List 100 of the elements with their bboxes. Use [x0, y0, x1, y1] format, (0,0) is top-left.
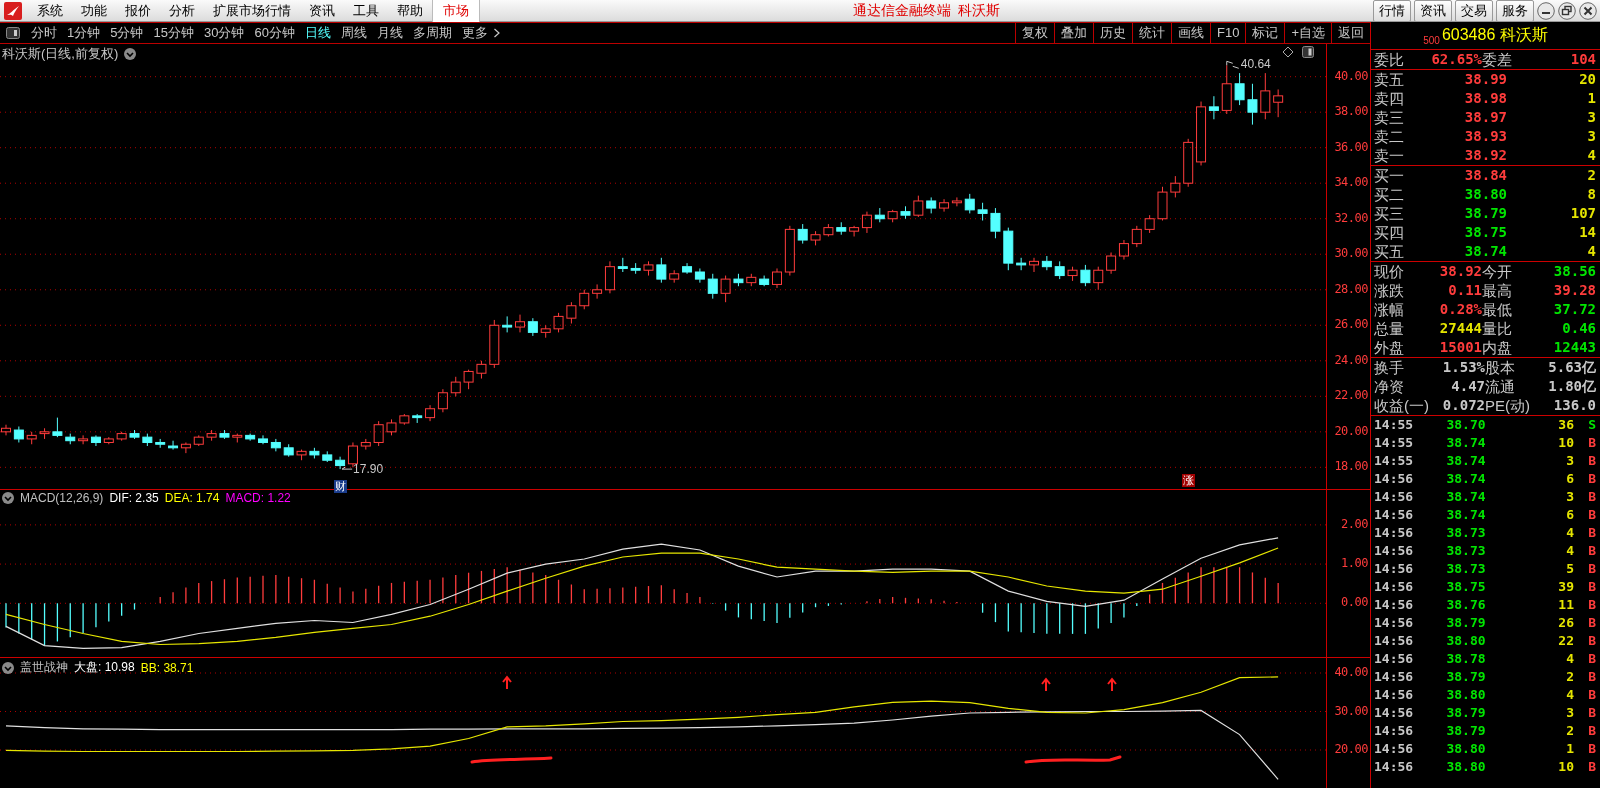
- candle: [630, 262, 641, 275]
- candle: [1273, 88, 1284, 118]
- panel-toggle-icon[interactable]: [6, 27, 20, 39]
- trade-side: B: [1587, 614, 1596, 632]
- chevron-circle-icon[interactable]: [2, 492, 14, 504]
- chart-action-button[interactable]: 画线: [1171, 23, 1210, 43]
- field-label: 今开: [1482, 262, 1513, 281]
- chevron-circle-icon[interactable]: [2, 661, 14, 674]
- candle: [656, 257, 667, 284]
- period-tab[interactable]: 30分钟: [198, 24, 250, 42]
- menu-item[interactable]: 报价: [116, 1, 160, 20]
- trade-time: 14:56: [1374, 740, 1415, 758]
- candle: [129, 429, 140, 440]
- chart-action-button[interactable]: 复权: [1015, 23, 1054, 43]
- chart-action-button[interactable]: 返回: [1331, 23, 1370, 43]
- candle: [1106, 251, 1117, 275]
- chevron-right-icon[interactable]: [492, 28, 501, 38]
- more-menu[interactable]: 更多: [456, 24, 493, 42]
- menu-item[interactable]: 帮助: [388, 1, 432, 20]
- chart-action-button[interactable]: 历史: [1093, 23, 1132, 43]
- chart-action-button[interactable]: 统计: [1132, 23, 1171, 43]
- period-tab[interactable]: 分时: [26, 24, 62, 42]
- candle: [1016, 257, 1027, 271]
- restore-icon[interactable]: [1558, 1, 1576, 20]
- toolbar-button[interactable]: 服务: [1496, 0, 1534, 22]
- candle: [926, 196, 937, 214]
- period-tab[interactable]: 多周期: [407, 24, 457, 42]
- chart-action-button[interactable]: 标记: [1245, 23, 1285, 43]
- candle: [206, 429, 217, 442]
- toolbar-button[interactable]: 行情: [1373, 0, 1411, 22]
- leader-line: [1226, 60, 1240, 69]
- candle: [103, 436, 114, 445]
- toolbar-button[interactable]: 资讯: [1414, 0, 1452, 22]
- toolbar-button[interactable]: 交易: [1455, 0, 1493, 22]
- trade-side: B: [1587, 434, 1596, 452]
- menu-item[interactable]: 扩展市场行情: [204, 1, 300, 20]
- trade-volume: 6: [1565, 506, 1574, 524]
- trade-price: 38.70: [1445, 416, 1487, 434]
- field-label: 换手: [1374, 358, 1405, 377]
- period-tab[interactable]: 日线: [299, 24, 336, 42]
- period-tab[interactable]: 60分钟: [249, 24, 300, 42]
- menu-item[interactable]: 功能: [72, 1, 116, 20]
- candle: [900, 205, 911, 220]
- field-value: 136.0: [1552, 397, 1596, 414]
- trade-side: B: [1587, 578, 1596, 596]
- menu-item[interactable]: 分析: [160, 1, 204, 20]
- event-marker[interactable]: 财: [334, 480, 348, 493]
- candle: [707, 273, 718, 300]
- period-tab[interactable]: 月线: [371, 24, 408, 42]
- trade-side: B: [1587, 488, 1596, 506]
- trade-volume: 4: [1565, 542, 1574, 560]
- diamond-icon[interactable]: [1282, 46, 1294, 58]
- order-volume: 20: [1578, 71, 1596, 88]
- legend-label: DEA: 1.74: [164, 491, 220, 505]
- minimize-icon[interactable]: [1537, 1, 1555, 20]
- trade-time: 14:55: [1374, 452, 1415, 470]
- field-label: 最低: [1482, 300, 1513, 319]
- trade-volume: 22: [1557, 632, 1574, 650]
- order-price: 38.74: [1463, 243, 1507, 260]
- trade-time: 14:56: [1374, 542, 1415, 560]
- chart-action-button[interactable]: 叠加: [1054, 23, 1093, 43]
- trade-time: 14:56: [1374, 596, 1415, 614]
- candle: [617, 257, 628, 273]
- window-title: 通达信金融终端 科沃斯: [852, 1, 1001, 20]
- event-marker[interactable]: 涨: [1182, 474, 1195, 487]
- trade-side: B: [1587, 740, 1596, 758]
- trade-volume: 36: [1557, 416, 1574, 434]
- trade-side: B: [1587, 686, 1596, 704]
- order-price: 38.97: [1463, 109, 1507, 126]
- field-value: 38.92: [1438, 263, 1482, 280]
- candle: [283, 443, 294, 458]
- close-icon[interactable]: [1579, 1, 1597, 20]
- legend-label: BB: 38.71: [140, 660, 194, 675]
- trade-price: 38.79: [1445, 668, 1487, 686]
- trade-side: B: [1587, 668, 1596, 686]
- axis-label: 18.00: [1334, 459, 1368, 474]
- market-code: 500: [1423, 35, 1440, 46]
- candle: [540, 324, 551, 339]
- candle: [836, 221, 847, 236]
- period-tab[interactable]: 1分钟: [62, 24, 106, 42]
- panel-toggle-icon[interactable]: [1302, 46, 1314, 58]
- candle: [1093, 266, 1104, 291]
- trade-side: S: [1587, 416, 1596, 434]
- market-tab[interactable]: 市场: [432, 0, 480, 22]
- menu-item[interactable]: 系统: [28, 1, 72, 20]
- order-volume: 14: [1578, 224, 1596, 241]
- menu-item[interactable]: 工具: [344, 1, 388, 20]
- period-tab[interactable]: 周线: [335, 24, 372, 42]
- menu-item[interactable]: 资讯: [300, 1, 344, 20]
- candle: [733, 273, 744, 287]
- trade-side: B: [1587, 470, 1596, 488]
- chart-action-button[interactable]: F10: [1210, 23, 1246, 43]
- trade-price: 38.80: [1445, 740, 1487, 758]
- trade-volume: 10: [1557, 434, 1574, 452]
- period-tab[interactable]: 15分钟: [148, 24, 199, 42]
- trade-side: B: [1587, 650, 1596, 668]
- chart-action-button[interactable]: +自选: [1284, 23, 1331, 43]
- chevron-circle-icon[interactable]: [124, 48, 137, 60]
- trade-volume: 39: [1557, 578, 1574, 596]
- period-tab[interactable]: 5分钟: [105, 24, 149, 42]
